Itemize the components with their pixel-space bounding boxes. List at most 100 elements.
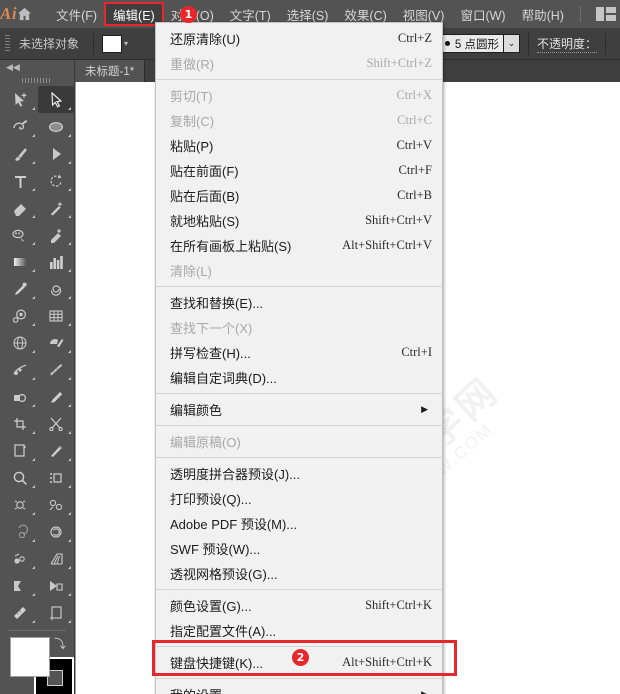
selection-tool[interactable] <box>2 86 38 113</box>
menu-item-label: 在所有画板上粘贴(S) <box>170 239 292 254</box>
magic-wand-tool[interactable] <box>38 194 74 221</box>
menu-item-我的设置[interactable]: 我的设置 ▶ <box>156 682 442 694</box>
gradient-tool[interactable] <box>2 248 38 275</box>
page-tool[interactable] <box>38 599 74 626</box>
menu-item-查找下一个X: 查找下一个(X) <box>156 315 442 340</box>
menu-item-SWF预设W[interactable]: SWF 预设(W)... <box>156 536 442 561</box>
direct-selection-tool[interactable] <box>38 86 74 113</box>
menu-item-label: 我的设置 <box>170 685 222 694</box>
measure-tool[interactable] <box>2 599 38 626</box>
menu-item-编辑颜色[interactable]: 编辑颜色 ▶ <box>156 397 442 422</box>
menu-item-在所有画板上粘贴S[interactable]: 在所有画板上粘贴(S) Alt+Shift+Ctrl+V <box>156 233 442 258</box>
fill-color-swatch[interactable] <box>10 637 50 677</box>
chevron-down-icon[interactable]: ⌄ <box>503 34 520 53</box>
menu-item-shortcut: Shift+Ctrl+Z <box>366 56 433 70</box>
scale-tool[interactable] <box>38 491 74 518</box>
warp-tool[interactable] <box>2 545 38 572</box>
menu-item-label: 重做(R) <box>170 57 215 72</box>
menu-item-颜色设置G[interactable]: 颜色设置(G)... Shift+Ctrl+K <box>156 593 442 618</box>
menu-separator <box>156 678 442 679</box>
menu-item-shortcut: Ctrl+X <box>396 88 432 102</box>
fill-swatch[interactable] <box>102 34 123 53</box>
menu-item-透视网格预设G[interactable]: 透视网格预设(G)... <box>156 561 442 586</box>
fill-swatch-control[interactable]: ▾ <box>102 34 128 53</box>
menu-item-编辑自定词典D[interactable]: 编辑自定词典(D)... <box>156 365 442 390</box>
gradient-mesh-tool[interactable] <box>2 572 38 599</box>
ai-logo: Ai <box>0 4 18 23</box>
opacity-label[interactable]: 不透明度： <box>536 35 597 53</box>
menubar-item-0[interactable]: 文件(F) <box>48 3 105 25</box>
symbol-sprayer-tool[interactable] <box>2 356 38 383</box>
document-tab[interactable]: 未标题-1* <box>75 60 146 82</box>
perspective-grid-tool[interactable] <box>38 545 74 572</box>
pencil-alt-tool[interactable] <box>38 383 74 410</box>
menu-item-打印预设Q[interactable]: 打印预设(Q)... <box>156 486 442 511</box>
eraser-tool[interactable] <box>2 194 38 221</box>
menu-item-label: 查找下一个(X) <box>170 321 253 336</box>
spiral-tool[interactable] <box>38 275 74 302</box>
color-controls: ⤵ <box>6 635 74 694</box>
crop-tool[interactable] <box>2 410 38 437</box>
menu-item-label: 复制(C) <box>170 114 215 129</box>
menu-item-shortcut: Shift+Ctrl+V <box>365 213 432 227</box>
control-bar-grip[interactable] <box>5 34 10 53</box>
scissors-tool[interactable] <box>38 410 74 437</box>
blend-tool[interactable] <box>2 302 38 329</box>
chevron-down-icon[interactable]: ▾ <box>124 39 128 48</box>
flare-tool[interactable] <box>38 356 74 383</box>
perspective-tool[interactable] <box>38 464 74 491</box>
menu-item-label: 键盘快捷键(K)... <box>170 656 264 671</box>
paintbrush-tool[interactable] <box>2 140 38 167</box>
menu-item-粘贴P[interactable]: 粘贴(P) Ctrl+V <box>156 133 442 158</box>
mesh-tool[interactable] <box>2 329 38 356</box>
menu-item-贴在后面B[interactable]: 贴在后面(B) Ctrl+B <box>156 183 442 208</box>
ellipse-tool[interactable] <box>38 113 74 140</box>
menu-item-label: 粘贴(P) <box>170 139 214 154</box>
stroke-profile-combo[interactable]: 5 点圆形 ⌄ <box>439 34 520 53</box>
menu-item-shortcut: Alt+Shift+Ctrl+V <box>342 238 432 252</box>
free-transform-tool[interactable] <box>38 518 74 545</box>
menu-item-shortcut: Ctrl+V <box>396 138 432 152</box>
live-paint-tool[interactable] <box>38 329 74 356</box>
rotate-tool[interactable] <box>38 167 74 194</box>
menu-item-label: Adobe PDF 预设(M)... <box>170 517 298 532</box>
stroke-profile-label: 5 点圆形 <box>454 38 499 51</box>
pencil-tool[interactable] <box>38 221 74 248</box>
symbol-shifter-tool[interactable] <box>38 572 74 599</box>
menu-item-复制C: 复制(C) Ctrl+C <box>156 108 442 133</box>
menu-item-shortcut: Ctrl+F <box>398 163 432 177</box>
menu-item-AdobePDF预设M[interactable]: Adobe PDF 预设(M)... <box>156 511 442 536</box>
grid-tool[interactable] <box>38 302 74 329</box>
menu-item-就地粘贴S[interactable]: 就地粘贴(S) Shift+Ctrl+V <box>156 208 442 233</box>
panel-layout-icon[interactable] <box>589 0 620 28</box>
selection-status: 未选择对象 <box>19 37 80 51</box>
swap-fill-stroke-icon[interactable]: ⤵ <box>54 635 66 652</box>
menu-item-查找和替换E[interactable]: 查找和替换(E)... <box>156 290 442 315</box>
eyedropper-tool[interactable] <box>2 275 38 302</box>
shape-builder-arrow-tool[interactable] <box>38 140 74 167</box>
control-divider-2 <box>527 32 529 55</box>
stroke-profile-value[interactable]: 5 点圆形 <box>439 34 504 53</box>
edit-dropdown-menu[interactable]: 还原清除(U) Ctrl+Z 重做(R) Shift+Ctrl+Z 剪切(T) Ctrl+… <box>155 22 443 694</box>
reshape-tool[interactable] <box>2 518 38 545</box>
menu-item-贴在前面F[interactable]: 贴在前面(F) Ctrl+F <box>156 158 442 183</box>
blob-brush-tool[interactable] <box>2 221 38 248</box>
home-icon[interactable] <box>17 0 32 28</box>
menubar-item-8[interactable]: 帮助(H) <box>514 3 572 25</box>
menubar-item-7[interactable]: 窗口(W) <box>452 3 513 25</box>
slice-tool[interactable] <box>38 437 74 464</box>
lasso-tool[interactable] <box>2 113 38 140</box>
collapse-panel-icon[interactable]: ◀◀ <box>0 60 74 74</box>
menu-item-指定配置文件A[interactable]: 指定配置文件(A)... <box>156 618 442 643</box>
menu-item-还原清除U[interactable]: 还原清除(U) Ctrl+Z <box>156 26 442 51</box>
column-graph-tool[interactable] <box>38 248 74 275</box>
menu-item-拼写检查H[interactable]: 拼写检查(H)... Ctrl+I <box>156 340 442 365</box>
shape-builder-tool[interactable] <box>2 383 38 410</box>
zoom-tool[interactable] <box>2 464 38 491</box>
menu-item-label: 指定配置文件(A)... <box>170 624 277 639</box>
panel-drag-handle[interactable] <box>0 74 74 86</box>
type-tool[interactable] <box>2 167 38 194</box>
rotate-twirl-tool[interactable] <box>2 491 38 518</box>
menu-item-透明度拼合器预设J[interactable]: 透明度拼合器预设(J)... <box>156 461 442 486</box>
artboard-tool[interactable] <box>2 437 38 464</box>
